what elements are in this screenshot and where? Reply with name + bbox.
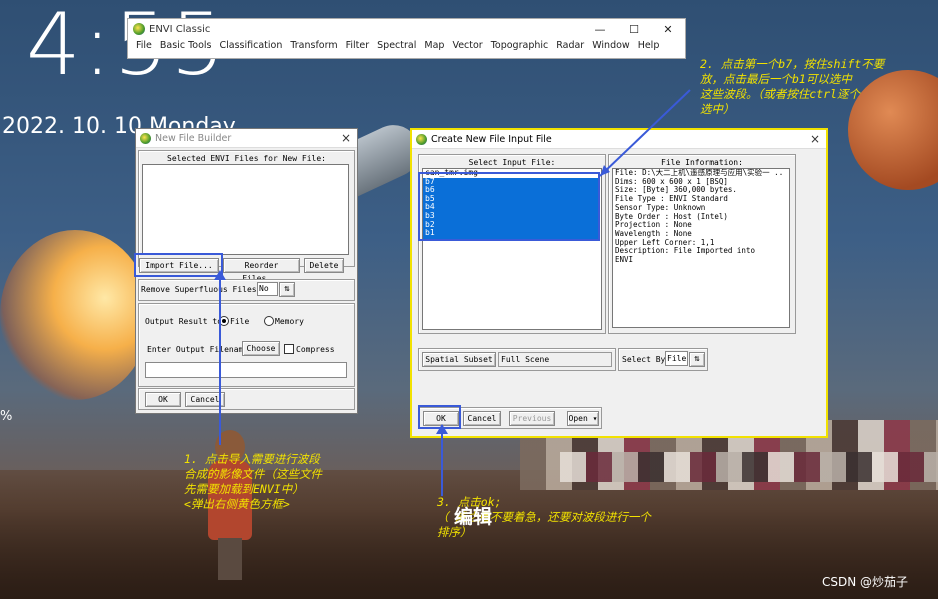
annotation-line: <弹出右侧黄色方框> xyxy=(184,497,290,511)
arrow-head-1 xyxy=(214,270,226,280)
csdn-watermark: CSDN @炒茄子 xyxy=(822,575,909,589)
annotation-line: 这些波段。（或者按住ctrl逐个 xyxy=(700,87,860,101)
annotation-line: 先需要加载到ENVI中） xyxy=(184,482,304,496)
annotation-line: 2. 点击第一个b7，按住shift不要 xyxy=(700,57,885,71)
annotation-line: 放，点击最后一个b1可以选中 xyxy=(700,72,852,86)
annotation-step-1: 1. 点击导入需要进行波段 合成的影像文件（这些文件 先需要加载到ENVI中） … xyxy=(184,452,322,512)
arrow-head-3 xyxy=(436,424,448,434)
annotation-line: 1. 点击导入需要进行波段 xyxy=(184,452,320,466)
edit-overlay-label[interactable]: 编辑 xyxy=(454,502,492,529)
arrow-line-2 xyxy=(599,89,691,177)
annotation-line: 选中） xyxy=(700,102,735,116)
annotation-step-2: 2. 点击第一个b7，按住shift不要 放，点击最后一个b1可以选中 这些波段… xyxy=(700,57,884,117)
annotation-line: 合成的影像文件（这些文件 xyxy=(184,467,322,481)
